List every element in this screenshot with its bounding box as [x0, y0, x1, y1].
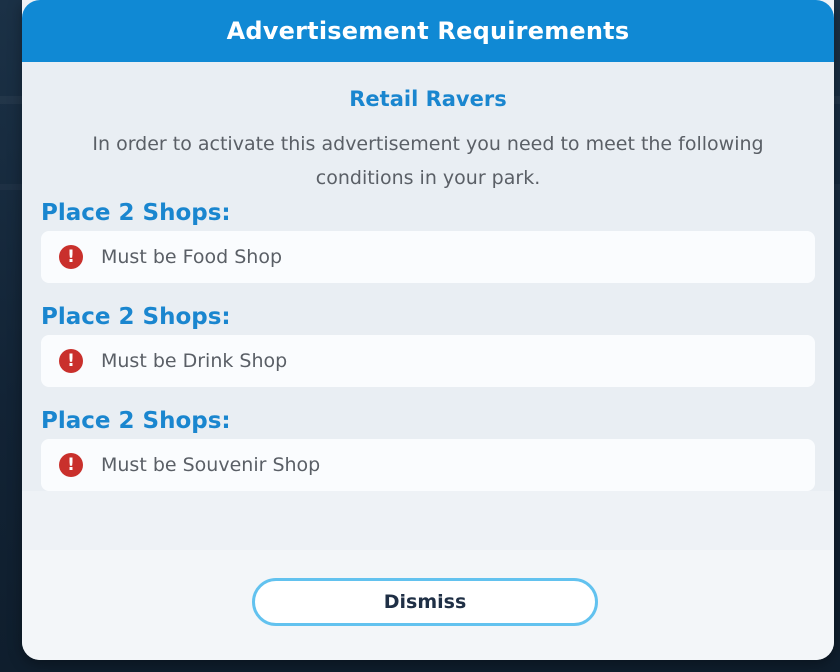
requirement-heading: Place 2 Shops: [41, 200, 231, 226]
advertisement-requirements-dialog: Advertisement Requirements Retail Ravers… [22, 0, 834, 660]
requirement-condition-row: ! Must be Food Shop [41, 231, 815, 283]
requirement-group-3: Place 2 Shops: ! Must be Souvenir Shop [41, 403, 815, 491]
dialog-footer: Dismiss [22, 550, 834, 660]
requirement-heading: Place 2 Shops: [41, 408, 231, 434]
error-exclamation-icon: ! [59, 453, 83, 477]
dialog-body: Retail Ravers In order to activate this … [22, 62, 834, 491]
requirement-condition-label: Must be Food Shop [101, 246, 283, 268]
requirement-group-2: Place 2 Shops: ! Must be Drink Shop [41, 299, 815, 387]
advertisement-name: Retail Ravers [349, 87, 507, 111]
requirement-condition-row: ! Must be Drink Shop [41, 335, 815, 387]
dialog-title-bar: Advertisement Requirements [22, 0, 834, 62]
error-exclamation-icon: ! [59, 349, 83, 373]
requirement-condition-label: Must be Drink Shop [101, 350, 288, 372]
requirements-description: In order to activate this advertisement … [92, 133, 764, 189]
error-exclamation-icon: ! [59, 245, 83, 269]
requirement-condition-row: ! Must be Souvenir Shop [41, 439, 815, 491]
dismiss-button[interactable]: Dismiss [252, 578, 598, 626]
requirement-condition-label: Must be Souvenir Shop [101, 454, 321, 476]
dialog-title: Advertisement Requirements [226, 17, 630, 45]
requirement-group-1: Place 2 Shops: ! Must be Food Shop [41, 195, 815, 283]
requirement-heading: Place 2 Shops: [41, 304, 231, 330]
